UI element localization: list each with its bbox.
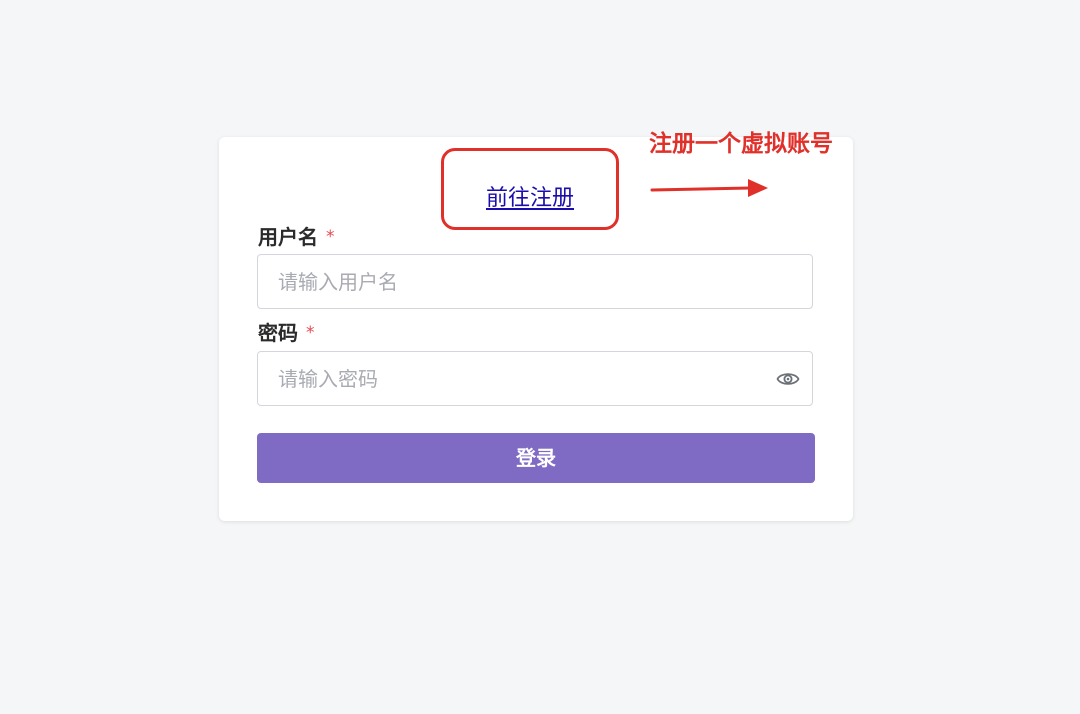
- username-field: [257, 254, 813, 309]
- password-label: 密码 *: [258, 317, 315, 346]
- username-input[interactable]: [258, 255, 812, 308]
- annotation-arrow-icon: [650, 179, 768, 197]
- username-label: 用户名 *: [258, 221, 335, 250]
- password-field: [257, 351, 813, 406]
- password-label-text: 密码: [258, 321, 298, 345]
- register-link[interactable]: 前往注册: [486, 180, 574, 212]
- required-asterisk: *: [326, 227, 335, 247]
- password-input[interactable]: [258, 352, 812, 405]
- login-button[interactable]: 登录: [257, 433, 815, 483]
- required-asterisk: *: [306, 323, 315, 343]
- eye-icon[interactable]: [776, 368, 800, 390]
- username-label-text: 用户名: [258, 225, 318, 249]
- annotation-text: 注册一个虚拟账号: [649, 131, 833, 157]
